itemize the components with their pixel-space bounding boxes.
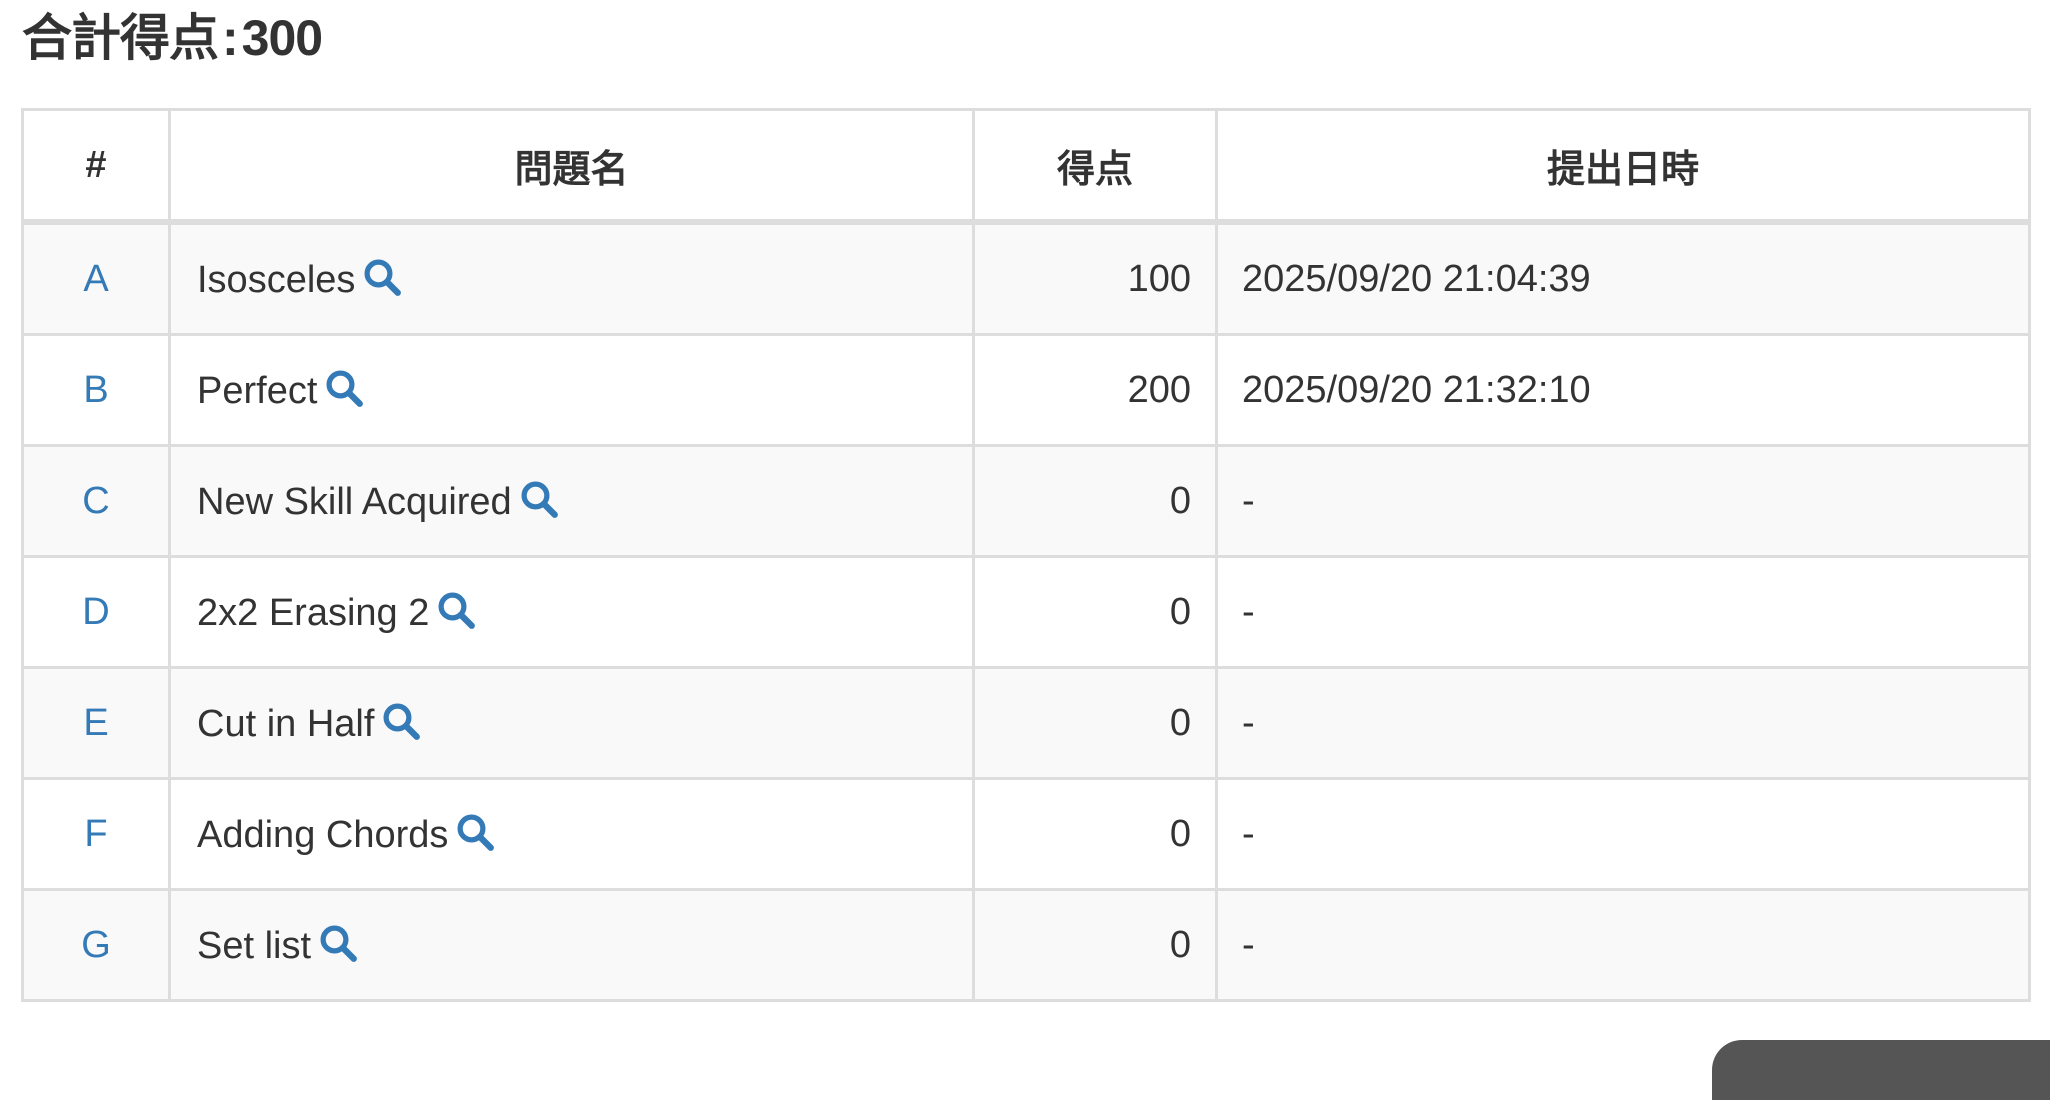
table-row: D 2x2 Erasing 2 0 - [21,555,2031,669]
score-cell: 0 [972,777,1218,891]
column-header-submitted: 提出日時 [1215,108,2031,225]
search-icon[interactable] [454,811,496,853]
submitted-time-cell: 2025/09/20 21:32:10 [1215,333,2031,447]
task-index-cell: D [21,555,171,669]
task-name: Isosceles [197,259,356,301]
table-row: G Set list 0 - [21,888,2031,1002]
task-name: New Skill Acquired [197,481,512,523]
score-cell: 100 [972,220,1218,336]
submitted-time-cell: - [1215,888,2031,1002]
task-name-cell: Adding Chords [168,777,975,891]
table-header: # 問題名 得点 提出日時 [21,108,2031,225]
submitted-time-cell: - [1215,555,2031,669]
task-index-link[interactable]: E [83,702,108,744]
search-icon[interactable] [361,256,403,298]
score-cell: 200 [972,333,1218,447]
submitted-time-cell: - [1215,444,2031,558]
task-name-cell: 2x2 Erasing 2 [168,555,975,669]
search-icon[interactable] [323,367,365,409]
score-cell: 0 [972,444,1218,558]
task-name-cell: Perfect [168,333,975,447]
table-body: A Isosceles 100 2025/09/20 21:04:39 B Pe… [21,220,2031,1002]
submitted-time-cell: 2025/09/20 21:04:39 [1215,220,2031,336]
submitted-time-cell: - [1215,666,2031,780]
table-row: E Cut in Half 0 - [21,666,2031,780]
task-index-link[interactable]: F [84,813,107,855]
search-icon[interactable] [518,478,560,520]
column-header-score: 得点 [972,108,1218,225]
total-score-value: 300 [241,10,323,66]
floating-button[interactable] [1712,1040,2050,1100]
total-score-label: 合計得点 [22,10,219,66]
task-score-table: # 問題名 得点 提出日時 A Isosceles 100 2025/09/20… [21,108,2031,1002]
total-score-separator: : [222,10,239,66]
task-index-link[interactable]: D [82,591,109,633]
search-icon[interactable] [317,922,359,964]
task-name: Cut in Half [197,703,375,745]
column-header-index: # [21,108,171,225]
table-row: F Adding Chords 0 - [21,777,2031,891]
task-index-link[interactable]: G [81,924,111,966]
score-cell: 0 [972,888,1218,1002]
score-cell: 0 [972,666,1218,780]
table-row: B Perfect 200 2025/09/20 21:32:10 [21,333,2031,447]
task-index-link[interactable]: B [83,369,108,411]
task-name: 2x2 Erasing 2 [197,592,430,634]
task-index-cell: C [21,444,171,558]
task-name: Perfect [197,370,318,412]
submitted-time-cell: - [1215,777,2031,891]
table-row: C New Skill Acquired 0 - [21,444,2031,558]
task-index-link[interactable]: A [83,258,108,300]
task-name-cell: Set list [168,888,975,1002]
task-index-cell: G [21,888,171,1002]
column-header-task: 問題名 [168,108,975,225]
task-name-cell: Cut in Half [168,666,975,780]
table-row: A Isosceles 100 2025/09/20 21:04:39 [21,220,2031,336]
total-score-heading: 合計得点:300 [22,6,323,70]
score-cell: 0 [972,555,1218,669]
search-icon[interactable] [435,589,477,631]
task-index-cell: F [21,777,171,891]
task-index-cell: B [21,333,171,447]
table-header-row: # 問題名 得点 提出日時 [21,108,2031,225]
search-icon[interactable] [380,700,422,742]
task-name-cell: Isosceles [168,220,975,336]
task-name: Set list [197,925,312,967]
task-index-cell: E [21,666,171,780]
task-name: Adding Chords [197,814,449,856]
task-name-cell: New Skill Acquired [168,444,975,558]
task-index-cell: A [21,220,171,336]
task-index-link[interactable]: C [82,480,109,522]
